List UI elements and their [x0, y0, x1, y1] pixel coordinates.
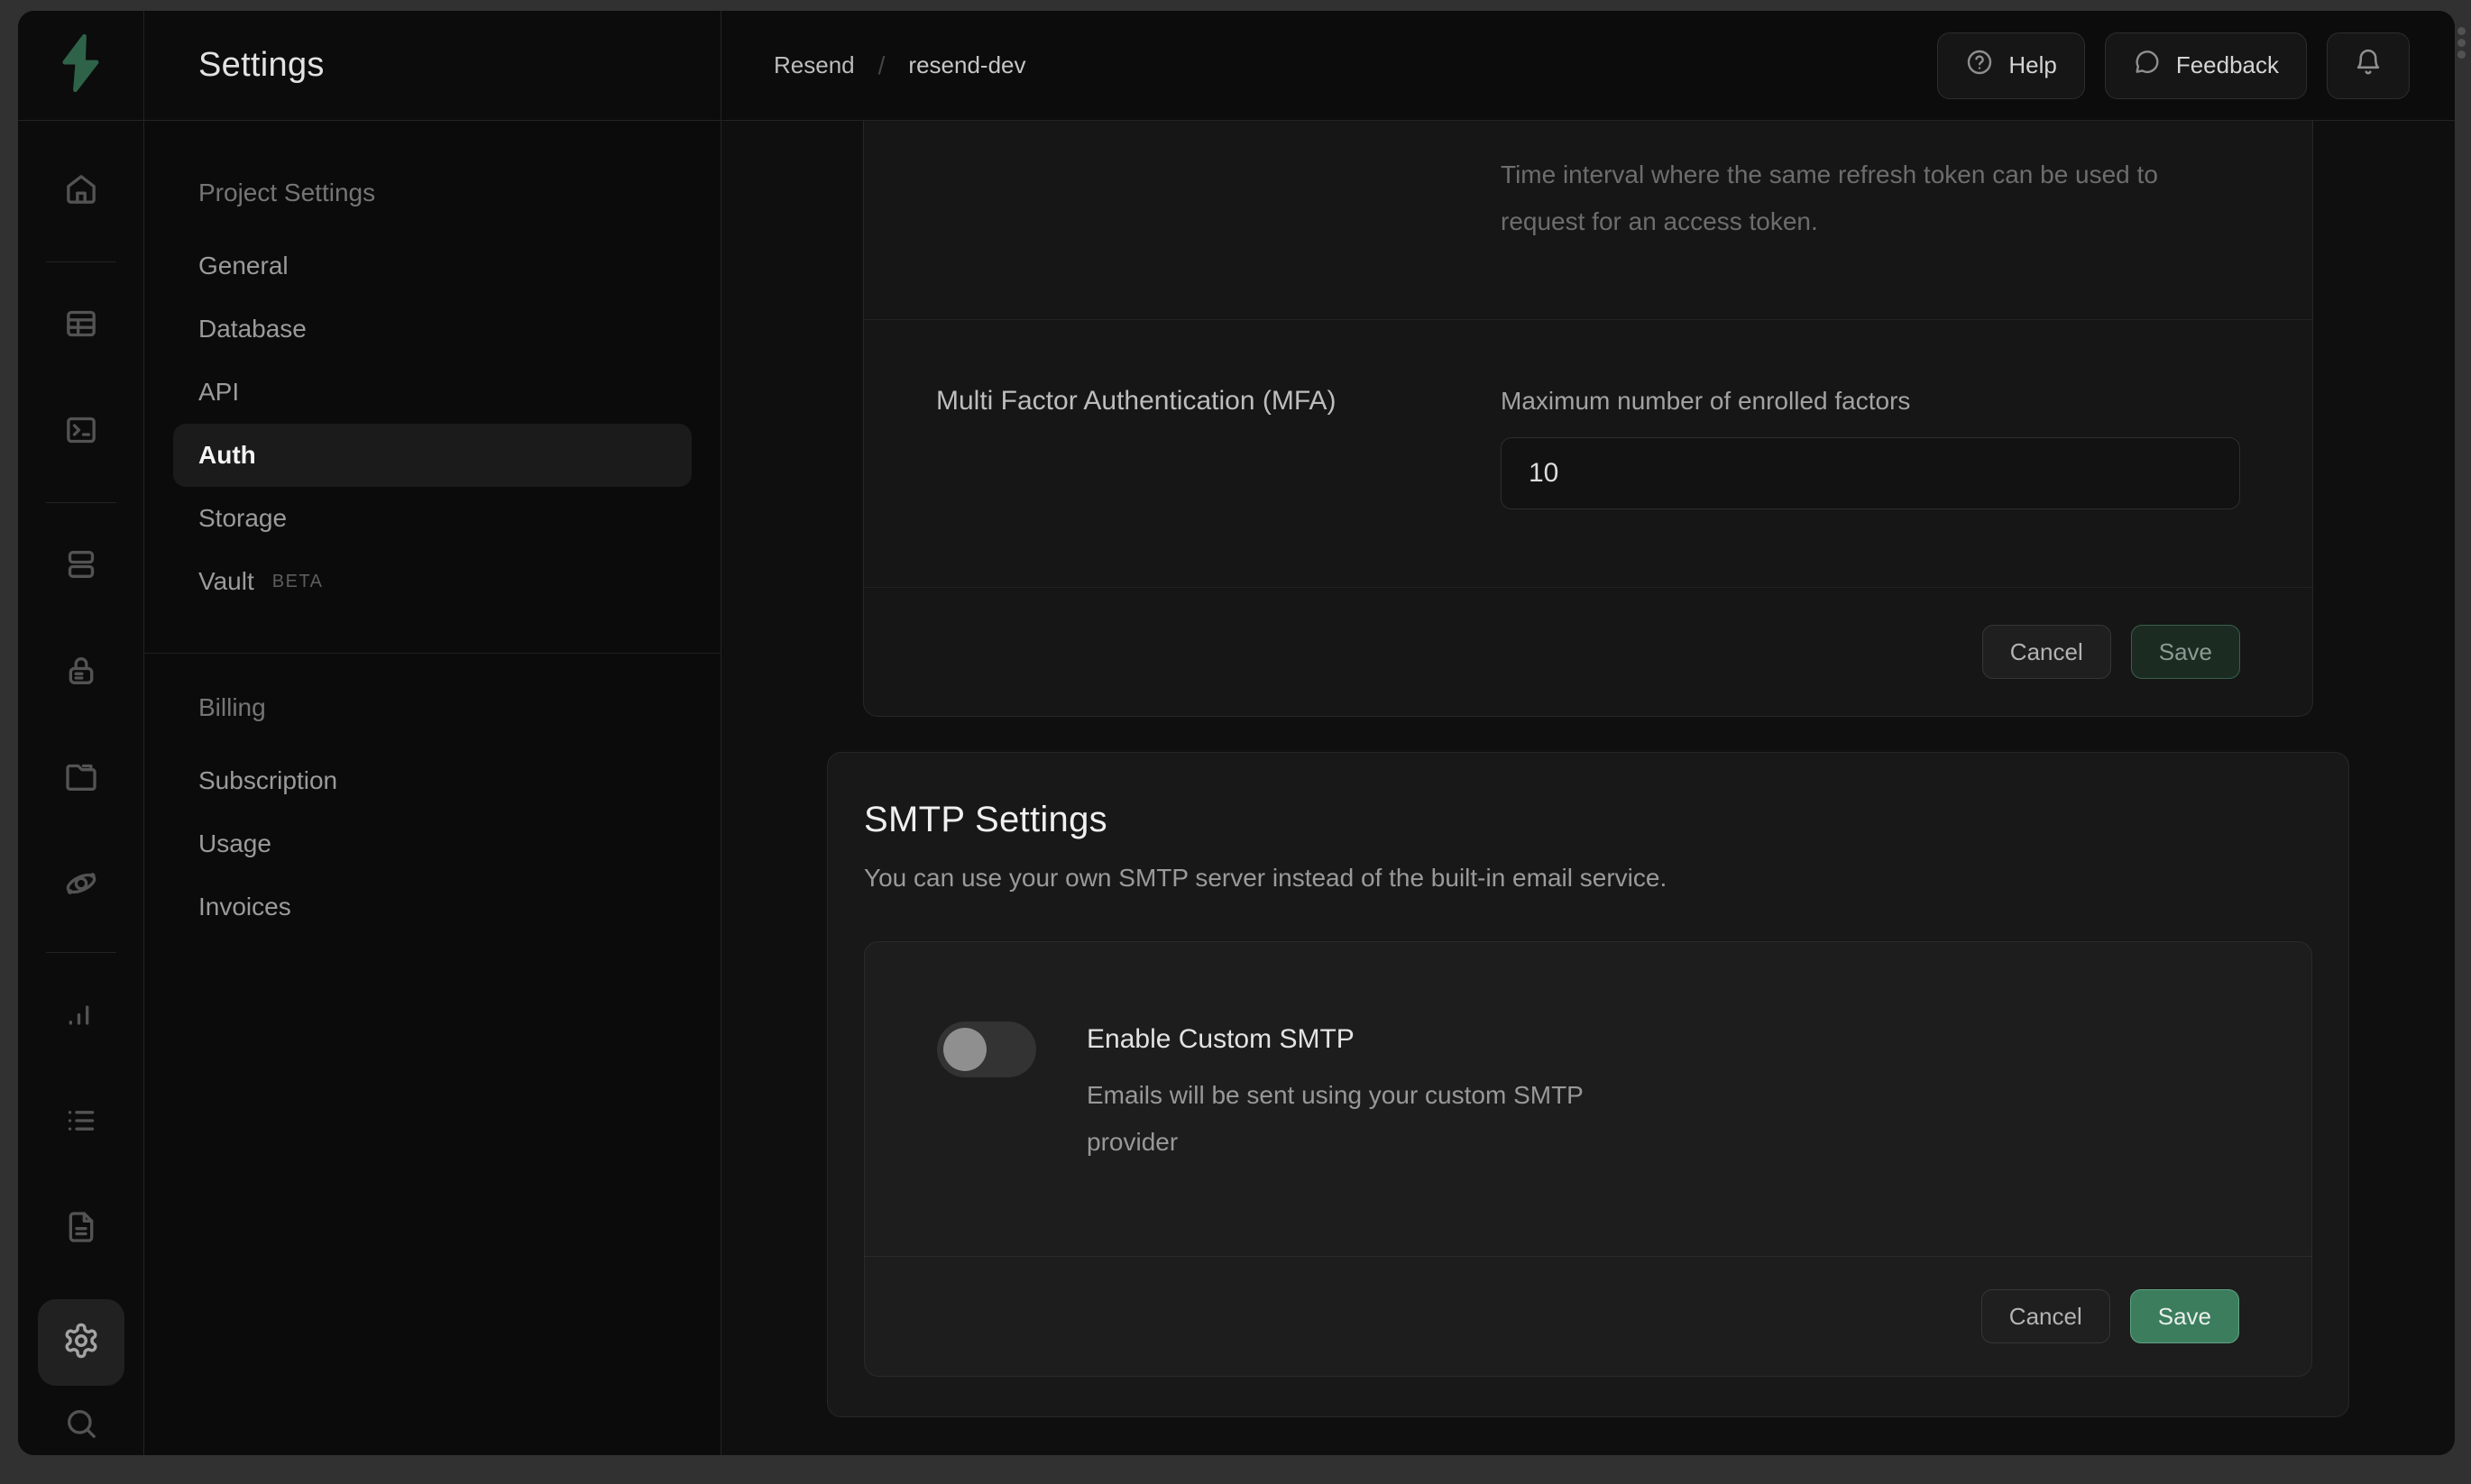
breadcrumb-separator: / [878, 51, 886, 80]
rail-divider [46, 261, 116, 262]
logs-list-icon [63, 1103, 99, 1143]
storage-folder-icon [63, 759, 99, 800]
frame-dot [2457, 50, 2466, 59]
settings-gear-icon [62, 1322, 100, 1364]
enable-custom-smtp-description: Emails will be sent using your custom SM… [1087, 1072, 1628, 1166]
nav-item-subscription[interactable]: Subscription [173, 749, 692, 812]
supabase-logo[interactable] [18, 11, 144, 120]
nav-item-vault[interactable]: Vault BETA [173, 550, 692, 613]
beta-badge: BETA [272, 572, 324, 592]
nav-group-billing: Billing [173, 693, 692, 722]
breadcrumb-org[interactable]: Resend [774, 51, 855, 79]
nav-item-api[interactable]: API [173, 361, 692, 424]
cancel-button[interactable]: Cancel [1981, 1289, 2110, 1343]
smtp-settings-description: You can use your own SMTP server instead… [864, 864, 2312, 893]
nav-group-project-settings: Project Settings [173, 179, 692, 207]
app-body: Project Settings General Database API Au… [18, 121, 2455, 1455]
smtp-card-footer: Cancel Save [865, 1256, 2311, 1376]
enable-smtp-text: Enable Custom SMTP Emails will be sent u… [1087, 1021, 1628, 1166]
sidebar-item-database[interactable] [45, 530, 117, 602]
table-editor-icon [63, 306, 99, 346]
rail-divider [46, 952, 116, 953]
frame-dot [2457, 27, 2466, 35]
nav-item-invoices[interactable]: Invoices [173, 875, 692, 939]
nav-item-auth[interactable]: Auth [173, 424, 692, 487]
save-button[interactable]: Save [2130, 1289, 2239, 1343]
nav-item-vault-label: Vault [198, 567, 254, 596]
sidebar-item-docs[interactable] [45, 1193, 117, 1265]
app-header: Settings Resend / resend-dev [18, 11, 2455, 121]
smtp-card: Enable Custom SMTP Emails will be sent u… [864, 941, 2312, 1377]
sidebar-item-auth[interactable] [45, 637, 117, 709]
max-enrolled-factors-input[interactable] [1501, 437, 2240, 509]
search-icon [63, 1406, 99, 1446]
sql-editor-icon [63, 412, 99, 453]
app-window: Settings Resend / resend-dev [18, 11, 2455, 1455]
sidebar-item-reports[interactable] [45, 980, 117, 1052]
settings-nav: Project Settings General Database API Au… [144, 121, 721, 1455]
desktop-frame: Settings Resend / resend-dev [0, 0, 2471, 1484]
refresh-token-label-column [936, 151, 1501, 245]
nav-item-general[interactable]: General [173, 234, 692, 298]
mfa-section-label: Multi Factor Authentication (MFA) [936, 385, 1501, 509]
home-icon [63, 171, 99, 212]
cancel-button[interactable]: Cancel [1982, 625, 2111, 679]
max-enrolled-factors-label: Maximum number of enrolled factors [1501, 385, 2240, 417]
breadcrumb: Resend / resend-dev [774, 51, 1025, 80]
refresh-token-row: Time interval where the same refresh tok… [864, 121, 2312, 319]
sidebar-item-logs[interactable] [45, 1086, 117, 1159]
smtp-settings-panel: SMTP Settings You can use your own SMTP … [827, 752, 2349, 1417]
enable-custom-smtp-toggle[interactable] [937, 1021, 1036, 1077]
feedback-button-label: Feedback [2176, 51, 2279, 79]
page-title: Settings [144, 11, 721, 120]
auth-lock-icon [63, 653, 99, 693]
supabase-bolt-icon [60, 33, 102, 97]
enable-smtp-row: Enable Custom SMTP Emails will be sent u… [865, 942, 2311, 1256]
main-content: Time interval where the same refresh tok… [721, 121, 2455, 1455]
notifications-button[interactable] [2327, 32, 2410, 99]
docs-file-icon [63, 1209, 99, 1250]
sidebar-item-storage[interactable] [45, 743, 117, 815]
rail-divider [46, 502, 116, 503]
refresh-token-help-text: Time interval where the same refresh tok… [1501, 151, 2240, 245]
sidebar-item-home[interactable] [45, 155, 117, 227]
save-button[interactable]: Save [2131, 625, 2240, 679]
sidebar-item-table-editor[interactable] [45, 289, 117, 362]
feedback-button[interactable]: Feedback [2105, 32, 2307, 99]
help-button-label: Help [2008, 51, 2056, 79]
nav-item-usage[interactable]: Usage [173, 812, 692, 875]
enable-custom-smtp-label: Enable Custom SMTP [1087, 1021, 1628, 1058]
nav-item-storage[interactable]: Storage [173, 487, 692, 550]
sidebar-item-settings[interactable] [38, 1299, 124, 1386]
sidebar-item-integrations[interactable] [45, 849, 117, 921]
bell-icon [2353, 47, 2384, 84]
frame-dot [2457, 39, 2466, 47]
auth-card-footer: Cancel Save [864, 587, 2312, 716]
mfa-row: Multi Factor Authentication (MFA) Maximu… [864, 320, 2312, 587]
help-button[interactable]: Help [1937, 32, 2084, 99]
nav-item-database[interactable]: Database [173, 298, 692, 361]
header-main: Resend / resend-dev Hel [721, 11, 2455, 120]
toggle-knob [943, 1028, 987, 1071]
header-actions: Help Feedback [1937, 32, 2410, 99]
auth-settings-card: Time interval where the same refresh tok… [863, 121, 2313, 717]
integrations-orbit-icon [63, 866, 99, 906]
sidebar-item-sql-editor[interactable] [45, 396, 117, 468]
reports-chart-icon [63, 996, 99, 1037]
help-circle-icon [1965, 48, 1994, 83]
sidebar-item-search[interactable] [45, 1389, 117, 1455]
nav-divider [144, 653, 721, 654]
breadcrumb-project[interactable]: resend-dev [908, 51, 1025, 79]
smtp-settings-title: SMTP Settings [864, 800, 2312, 840]
mfa-field-column: Maximum number of enrolled factors [1501, 385, 2240, 509]
database-icon [63, 546, 99, 587]
message-circle-icon [2133, 48, 2162, 83]
icon-rail [18, 121, 144, 1455]
